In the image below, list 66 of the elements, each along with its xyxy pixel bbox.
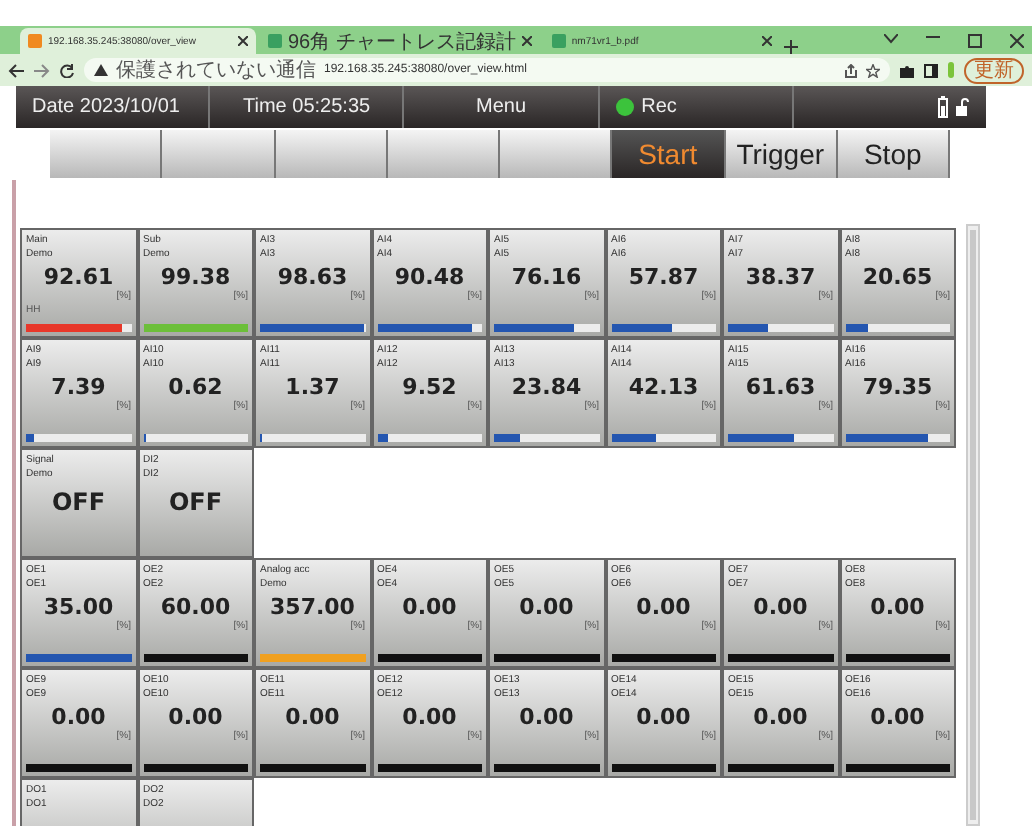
share-icon[interactable]: [844, 63, 858, 77]
channel-value: OFF: [168, 488, 223, 516]
page-icon: [268, 34, 282, 48]
channel-value: 57.87: [628, 264, 699, 290]
channel-value: 0.00: [402, 594, 457, 620]
scrollbar[interactable]: [966, 224, 980, 826]
channel-value: 76.16: [511, 264, 582, 290]
page-icon: [551, 34, 566, 48]
minimize-icon[interactable]: [926, 33, 940, 39]
channel-value: 0.00: [753, 594, 808, 620]
channel-value: 0.00: [285, 704, 340, 730]
close-icon[interactable]: [1010, 33, 1024, 47]
channel-value: 20.65: [862, 264, 933, 290]
channel-value: 0.00: [870, 594, 925, 620]
control-button[interactable]: Trigger: [725, 130, 838, 178]
channel-value: 0.00: [168, 704, 223, 730]
channel-value: 90.48: [394, 264, 465, 290]
rec-label: Rec: [641, 96, 677, 118]
control-button[interactable]: Stop: [837, 130, 950, 178]
close-icon[interactable]: [761, 36, 772, 46]
channel-value: 35.00: [43, 594, 114, 620]
channel-value: 0.00: [519, 594, 574, 620]
reload-icon[interactable]: [60, 63, 74, 77]
channel-value: 1.37: [285, 374, 340, 400]
padlock-icon[interactable]: [956, 98, 971, 116]
channel-value: 9.52: [402, 374, 457, 400]
channel-value: 7.39: [51, 374, 106, 400]
channel-value: 23.84: [511, 374, 582, 400]
channel-value: 0.00: [402, 704, 457, 730]
star-icon[interactable]: [866, 63, 880, 77]
security-label: 保護されていない通信: [116, 57, 316, 84]
control-button[interactable]: Start: [612, 130, 725, 178]
new-tab-icon[interactable]: [783, 40, 798, 54]
channel-value: 61.63: [745, 374, 816, 400]
channel-value: 0.00: [870, 704, 925, 730]
channel-value: 357.00: [270, 594, 355, 620]
date-label: Date 2023/10/01: [32, 96, 180, 118]
browser-tab[interactable]: 96角 チャートレス記録計: [260, 28, 540, 54]
channel-value: 99.38: [160, 264, 231, 290]
page-icon: [28, 34, 42, 48]
channel-value: 42.13: [628, 374, 699, 400]
channel-value: 60.00: [160, 594, 231, 620]
channel-value: 0.00: [519, 704, 574, 730]
side-panel-icon[interactable]: [924, 63, 938, 77]
channel-value: 0.00: [636, 704, 691, 730]
close-icon[interactable]: [238, 36, 248, 46]
channel-value: 0.00: [51, 704, 106, 730]
forward-icon[interactable]: [34, 63, 50, 77]
channel-value: 98.63: [277, 264, 348, 290]
menu-button[interactable]: Menu: [476, 96, 527, 118]
time-label: Time 05:25:35: [243, 96, 371, 118]
channel-value: OFF: [51, 488, 106, 516]
channel-value: 38.37: [745, 264, 816, 290]
channel-value: 0.62: [168, 374, 223, 400]
update-button[interactable]: 更新: [964, 57, 1024, 83]
channel-value: 0.00: [636, 594, 691, 620]
battery-icon: [938, 96, 949, 118]
channel-value: 92.61: [43, 264, 114, 290]
warning-icon: [94, 64, 108, 76]
chevron-down-icon[interactable]: [884, 33, 898, 43]
back-icon[interactable]: [8, 63, 24, 77]
channel-value: 79.35: [862, 374, 933, 400]
channel-value: 0.00: [753, 704, 808, 730]
maximize-icon[interactable]: [968, 33, 982, 47]
close-icon[interactable]: [521, 36, 532, 46]
scrollbar-thumb[interactable]: [970, 230, 976, 820]
